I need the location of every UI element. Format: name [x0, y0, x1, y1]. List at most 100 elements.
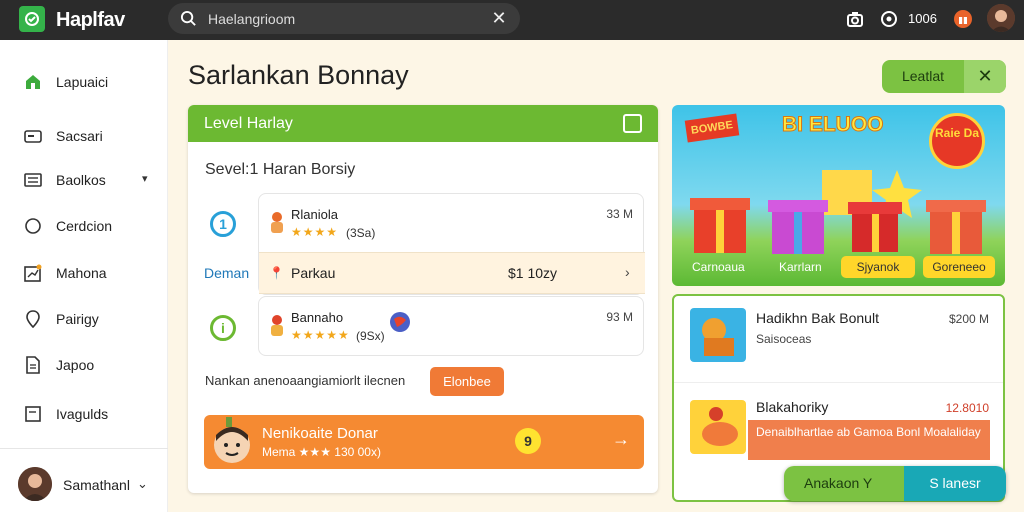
figure-icon	[271, 212, 283, 233]
level-panel: Level Harlay Sevel:1 Haran Borsiy 1 Dema…	[188, 105, 658, 493]
hero-label: Carnoaua	[692, 260, 745, 274]
sidebar-item-books[interactable]: Baolkos ▾	[0, 164, 168, 196]
panel-subtitle: Sevel:1 Haran Borsiy	[205, 161, 356, 178]
globe-icon	[390, 312, 410, 332]
camera-icon[interactable]	[846, 10, 864, 28]
step-side-label[interactable]: Deman	[204, 265, 249, 281]
home-icon	[26, 75, 40, 89]
gift-boxes-illustration	[690, 170, 986, 254]
secondary-action-button[interactable]: S lanesr	[904, 466, 1006, 501]
panel-note: Nankan anenoaangiamiorlt ilecnen	[205, 373, 406, 388]
promo-badge: 9	[515, 428, 541, 454]
sidebar-item-home[interactable]: Lapuaici	[0, 66, 168, 98]
edit-icon[interactable]	[623, 114, 642, 133]
star-rating: ★★★★	[291, 225, 339, 239]
hero-tag: BOWBE	[684, 113, 740, 143]
sidebar-item-label: Cerdcion	[56, 218, 113, 234]
sidebar-divider	[0, 448, 168, 449]
avatar[interactable]	[987, 4, 1015, 32]
list-item-thumbnail	[690, 308, 746, 362]
chevron-down-icon[interactable]: ▾	[142, 172, 148, 185]
card-icon	[24, 130, 42, 143]
hero-title: BI ELUOO	[782, 113, 885, 137]
user-name[interactable]: Samathanl	[63, 477, 130, 493]
sidebar-item-ivagulds[interactable]: Ivagulds	[0, 398, 168, 430]
sidebar-item-japoo[interactable]: Japoo	[0, 349, 168, 381]
offer-card[interactable]: Bannaho ★★★★★ (9Sx) 93 M	[258, 296, 644, 356]
search-input[interactable]: Haelangrioom	[208, 11, 295, 27]
hero-banner[interactable]: BOWBE BI ELUOO Raie Da Carnoaua Karrlarn…	[672, 105, 1005, 286]
star-rating: ★★★★★	[291, 328, 350, 342]
chart-icon	[24, 264, 42, 282]
offer-detail-row[interactable]: 📍 Parkau $1 10zy ›	[259, 252, 645, 294]
search-icon	[180, 10, 196, 26]
document-icon	[26, 356, 40, 374]
floating-action-bar: Anakaon Y S lanesr	[784, 466, 1006, 501]
sidebar-item-pairigy[interactable]: Pairigy	[0, 303, 168, 335]
hero-label: Karrlarn	[779, 260, 822, 274]
offer-name: Bannaho	[291, 310, 344, 325]
list-item-sub: Denaiblhartlae ab Gamoa Bonl Moalaliday	[756, 425, 981, 439]
sidebar-item-label: Japoo	[56, 357, 95, 373]
sidebar-item-label: Sacsari	[56, 128, 103, 144]
step-indicator: 1	[210, 211, 236, 237]
sidebar-item-mahona[interactable]: Mahona	[0, 257, 168, 289]
top-bar: Haplfav Haelangrioom ✕ 1006	[0, 0, 1024, 40]
hero-pill-button[interactable]: Goreneeo	[923, 256, 995, 278]
chevron-right-icon[interactable]: ›	[625, 264, 630, 280]
list-item-price: 12.8010	[945, 401, 989, 415]
offer-detail-label: Parkau	[291, 265, 336, 281]
divider	[674, 382, 1003, 383]
page-title: Sarlankan Bonnay	[188, 60, 409, 90]
circle-icon	[25, 218, 41, 234]
offer-name: Rlaniola	[291, 207, 338, 222]
list-item-thumbnail	[690, 400, 746, 454]
arrow-right-icon[interactable]: →	[612, 429, 630, 450]
step-indicator: i	[210, 315, 236, 341]
app-logo-icon[interactable]	[19, 6, 45, 32]
sidebar-item-cards[interactable]: Sacsari	[0, 120, 168, 152]
close-icon[interactable]: ✕	[964, 60, 1006, 93]
sidebar: Lapuaici Sacsari Baolkos ▾ Cerdcion Maho…	[0, 40, 168, 512]
notification-count: 1006	[908, 11, 937, 26]
list-item-price: $200 M	[948, 312, 989, 326]
list-item-sub: Saisoceas	[756, 332, 812, 346]
primary-action-button[interactable]: Anakaon Y	[784, 466, 904, 501]
promo-banner[interactable]: Nenikoaite Donar Mema ★★★ 130 00x) 9 →	[204, 415, 644, 469]
promo-title: Nenikoaite Donar	[262, 425, 378, 442]
mascot-icon	[214, 417, 250, 463]
offer-price: 33 M	[606, 207, 633, 221]
sidebar-item-label: Pairigy	[56, 311, 99, 327]
panel-header: Level Harlay	[188, 105, 658, 142]
gift-icon[interactable]	[953, 9, 973, 29]
top-action-label[interactable]: Leatlat	[882, 60, 964, 93]
box-icon	[25, 406, 41, 422]
chevron-down-icon[interactable]: ⌄	[137, 476, 148, 492]
hero-pill-button[interactable]: Sjyanok	[841, 256, 915, 278]
review-count: (3Sa)	[346, 226, 376, 240]
pin-icon: 📍	[269, 266, 284, 280]
offer-price: 93 M	[606, 310, 633, 324]
target-icon[interactable]	[880, 10, 898, 28]
list-item-name[interactable]: Blakahoriky	[756, 399, 828, 415]
sidebar-item-label: Ivagulds	[56, 406, 109, 422]
top-action-button[interactable]: Leatlat ✕	[882, 60, 1006, 93]
avatar[interactable]	[18, 467, 52, 501]
review-count: (9Sx)	[356, 329, 385, 343]
offer-card[interactable]: Rlaniola ★★★★ (3Sa) 33 M 📍 Parkau $1 10z…	[258, 193, 645, 295]
app-title: Haplfav	[56, 9, 125, 31]
offer-detail-value: $1 10zy	[508, 265, 558, 281]
list-item-highlight[interactable]: Denaiblhartlae ab Gamoa Bonl Moalaliday	[748, 420, 990, 460]
list-icon	[24, 173, 42, 187]
figure-icon	[271, 315, 283, 336]
note-action-button[interactable]: Elonbee	[430, 367, 504, 396]
close-icon[interactable]: ✕	[490, 9, 508, 27]
panel-title: Level Harlay	[204, 115, 293, 132]
promo-subtitle: Mema ★★★ 130 00x)	[262, 445, 381, 459]
sidebar-item-label: Lapuaici	[56, 74, 109, 90]
sidebar-item-cerdcion[interactable]: Cerdcion	[0, 210, 168, 242]
search-bar[interactable]: Haelangrioom ✕	[168, 3, 520, 34]
pin-icon	[26, 310, 40, 328]
list-item-name[interactable]: Hadikhn Bak Bonult	[756, 310, 879, 326]
sidebar-item-label: Baolkos	[56, 172, 106, 188]
